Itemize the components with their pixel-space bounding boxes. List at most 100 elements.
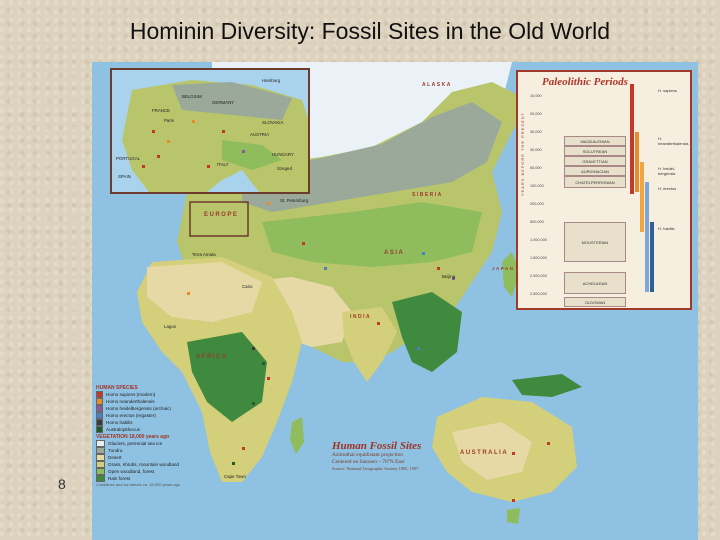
inset-label-germany: GERMANY [212,100,235,105]
paleolithic-species-label: H. heidel-bergensis [658,166,676,176]
inset-label-hamburg: Hamburg [262,78,281,83]
site-marker [547,442,550,445]
paleolithic-tick: 2,000,000 [530,274,547,278]
paleolithic-species-label: H. habilis [658,226,675,231]
inset-label-italy: ITALY [217,162,229,167]
legend-vegetation-swatch [96,468,105,476]
site-marker [437,267,440,270]
europe-inset-map: Hamburg GERMANY FRANCE Paris ITALY AUSTR… [110,68,310,194]
legend-vegetation-swatch [96,475,105,483]
paleolithic-periods-chart: Paleolithic Periods YEARS BEFORE THE PRE… [516,70,692,310]
slide-title: Hominin Diversity: Fossil Sites in the O… [129,18,611,44]
legend-vegetation-swatch [96,461,105,469]
paleolithic-tick: 100,000 [530,184,544,188]
inset-label-belgium: BELGIUM [182,94,202,99]
legend-species-swatch [96,405,103,413]
site-marker [222,130,225,133]
legend-vegetation-label: Glaciers, perennial sea ice [108,440,163,446]
region-label-europe: EUROPE [204,212,239,218]
site-marker [152,130,155,133]
legend-species-swatch [96,426,103,434]
site-label-lagos: Lagos [164,324,176,329]
legend-species-row: Homo habilis [96,419,208,427]
legend-species-row: Australopithecus [96,426,208,434]
legend-species-list: Homo sapiens (modern) Homo neanderthalens… [96,391,208,434]
inset-label-szeged: Szeged [277,166,292,171]
paleolithic-species-label: H. erectus [658,186,677,191]
legend-species-label: Homo erectus (ergaster) [106,412,156,418]
legend-note: Coastlines and ice sheets ca. 18,000 yea… [96,482,181,488]
legend-vegetation-label: Rain forest [108,475,131,481]
legend-vegetation-row: Glaciers, perennial sea ice [96,440,208,448]
site-marker [242,150,245,153]
legend-vegetation-label: Tundra [108,447,123,453]
legend-species-row: Homo sapiens (modern) [96,391,208,399]
legend-vegetation-label: Open woodland, forest [108,468,155,474]
inset-label-spain: SPAIN [118,174,131,179]
paleolithic-species-bar [650,222,654,292]
paleolithic-period: ACHEULEAN [564,272,626,294]
legend-vegetation-row: Open woodland, forest [96,468,208,476]
site-marker [242,447,245,450]
paleolithic-tick: 200,000 [530,202,544,206]
paleolithic-period: SOLUTREAN [564,146,626,156]
site-marker [142,165,145,168]
paleolithic-period: OLDOWAN [564,297,626,307]
paleolithic-tick: 1,000,000 [530,238,547,242]
map-caption-source: Source: National Geographic Society 1985… [332,466,419,471]
legend-species-swatch [96,398,103,406]
legend-species-row: Homo erectus (ergaster) [96,412,208,420]
paleolithic-tick: 1,500,000 [530,256,547,260]
site-marker [262,362,265,365]
site-marker [192,120,195,123]
region-label-africa: AFRICA [196,354,228,360]
paleolithic-species-bar [630,84,634,194]
legend-species-swatch [96,419,103,427]
legend-vegetation-swatch [96,454,105,462]
paleolithic-tick: 2,500,000 [530,292,547,296]
map-caption: Human Fossil Sites Azimuthal equidistant… [332,440,482,471]
legend-vegetation-label: Desert [108,454,122,460]
legend-species-label: Homo habilis [106,419,133,425]
site-label-cape-town: Cape Town [224,474,246,479]
paleolithic-species-bar [640,162,644,232]
inset-label-austria: AUSTRIA [250,132,270,137]
paleolithic-tick: 40,000 [530,148,542,152]
tasmania [507,508,520,524]
paleolithic-period: MOUSTERIAN [564,222,626,262]
legend-vegetation-row: Tundra [96,447,208,455]
page-number: 8 [58,476,66,492]
paleolithic-period: MAGDALENIAN [564,136,626,146]
site-marker [302,242,305,245]
legend-species-label: Homo sapiens (modern) [106,391,156,397]
site-marker [267,202,270,205]
site-marker [267,377,270,380]
paleolithic-period: CHATELPERRONIAN [564,176,626,188]
inset-label-portugal: PORTUGAL [116,156,141,161]
paleolithic-axis-title: YEARS BEFORE THE PRESENT [520,112,525,197]
fossil-sites-map: EUROPE ASIA AFRICA AUSTRALIA ALASKA SIBE… [92,62,698,540]
inset-label-hungary: HUNGARY [272,152,294,157]
inset-label-slovakia: SLOVAKIA [262,120,284,125]
site-marker [207,165,210,168]
legend-vegetation-swatch [96,447,105,455]
inset-label-france: FRANCE [152,108,171,113]
paleolithic-species-bar [645,182,649,292]
site-marker [252,402,255,405]
site-marker [324,267,327,270]
region-label-siberia: SIBERIA [412,192,443,198]
paleolithic-tick: 20,000 [530,112,542,116]
site-marker [187,292,190,295]
paleolithic-tick: 30,000 [530,130,542,134]
site-label-st-petersburg: St. Petersburg [280,198,309,203]
site-marker [512,452,515,455]
site-marker [167,140,170,143]
legend-vegetation-row: Rain forest [96,475,208,483]
site-marker [422,252,425,255]
map-caption-subtitle-2: Centered on Saussen – 70°N East [332,458,405,465]
legend-vegetation-label: Grass, shrubs, mountain woodland [108,461,179,467]
inset-graphic [112,70,308,192]
legend-vegetation-swatch [96,440,105,448]
paleolithic-species-bar [635,132,639,192]
paleolithic-tick: 50,000 [530,166,542,170]
